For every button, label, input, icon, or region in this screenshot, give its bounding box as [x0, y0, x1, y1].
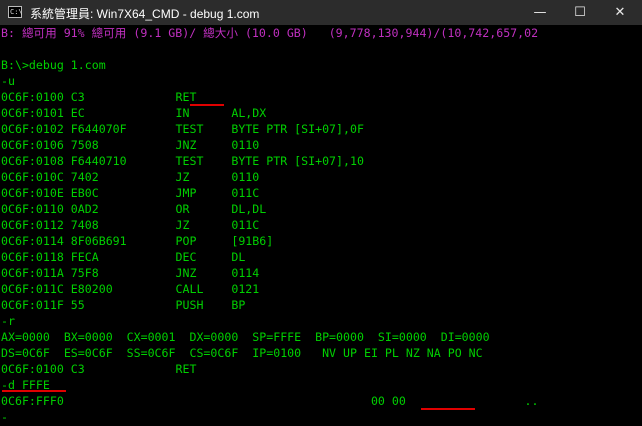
- drive-status-line: B: 總可用 91% 總可用 (9.1 GB)/ 總大小 (10.0 GB) (…: [1, 26, 539, 40]
- debug-command-line: -u: [1, 74, 15, 88]
- disassembly-line: 0C6F:011C E80200 CALL 0121: [1, 282, 260, 296]
- debug-command-line: -r: [1, 314, 15, 328]
- disassembly-line: 0C6F:010C 7402 JZ 0110: [1, 170, 260, 184]
- disassembly-line: 0C6F:011F 55 PUSH BP: [1, 298, 246, 312]
- disassembly-line: 0C6F:0114 8F06B691 POP [91B6]: [1, 234, 274, 248]
- disassembly-line: 0C6F:0112 7408 JZ 011C: [1, 218, 260, 232]
- console-output[interactable]: B: 總可用 91% 總可用 (9.1 GB)/ 總大小 (10.0 GB) (…: [0, 25, 642, 426]
- disassembly-line: 0C6F:0106 7508 JNZ 0110: [1, 138, 260, 152]
- prompt-command-line: B:\>debug 1.com: [1, 58, 106, 72]
- minimize-button[interactable]: —: [520, 0, 560, 25]
- disassembly-line: 0C6F:010E EB0C JMP 011C: [1, 186, 260, 200]
- disassembly-line: 0C6F:0110 0AD2 OR DL,DL: [1, 202, 267, 216]
- disassembly-line: 0C6F:011A 75F8 JNZ 0114: [1, 266, 260, 280]
- cmd-window: C:\ 系統管理員: Win7X64_CMD - debug 1.com — ☐…: [0, 0, 642, 426]
- disassembly-line: 0C6F:0102 F644070F TEST BYTE PTR [SI+07]…: [1, 122, 364, 136]
- cmd-icon[interactable]: C:\: [8, 6, 23, 18]
- input-prompt-line[interactable]: -: [1, 409, 8, 425]
- memory-dump-line: 0C6F:FFF0 00 00 ..: [1, 394, 539, 408]
- close-button[interactable]: ✕: [600, 0, 640, 25]
- maximize-button[interactable]: ☐: [560, 0, 600, 25]
- dump-bytes-underline: [421, 408, 475, 410]
- title-bar[interactable]: C:\ 系統管理員: Win7X64_CMD - debug 1.com — ☐…: [0, 0, 642, 25]
- dump-command-underline: [2, 390, 66, 392]
- disassembly-line: 0C6F:0118 FECA DEC DL: [1, 250, 246, 264]
- window-title: 系統管理員: Win7X64_CMD - debug 1.com: [30, 7, 260, 21]
- disassembly-line: 0C6F:0100 C3 RET: [1, 362, 197, 376]
- segment-flags-line: DS=0C6F ES=0C6F SS=0C6F CS=0C6F IP=0100 …: [1, 346, 483, 360]
- ret-underline: [190, 104, 224, 106]
- disassembly-line: 0C6F:0100 C3 RET: [1, 90, 197, 104]
- disassembly-line: 0C6F:0108 F6440710 TEST BYTE PTR [SI+07]…: [1, 154, 364, 168]
- disassembly-line: 0C6F:0101 EC IN AL,DX: [1, 106, 267, 120]
- registers-line: AX=0000 BX=0000 CX=0001 DX=0000 SP=FFFE …: [1, 330, 490, 344]
